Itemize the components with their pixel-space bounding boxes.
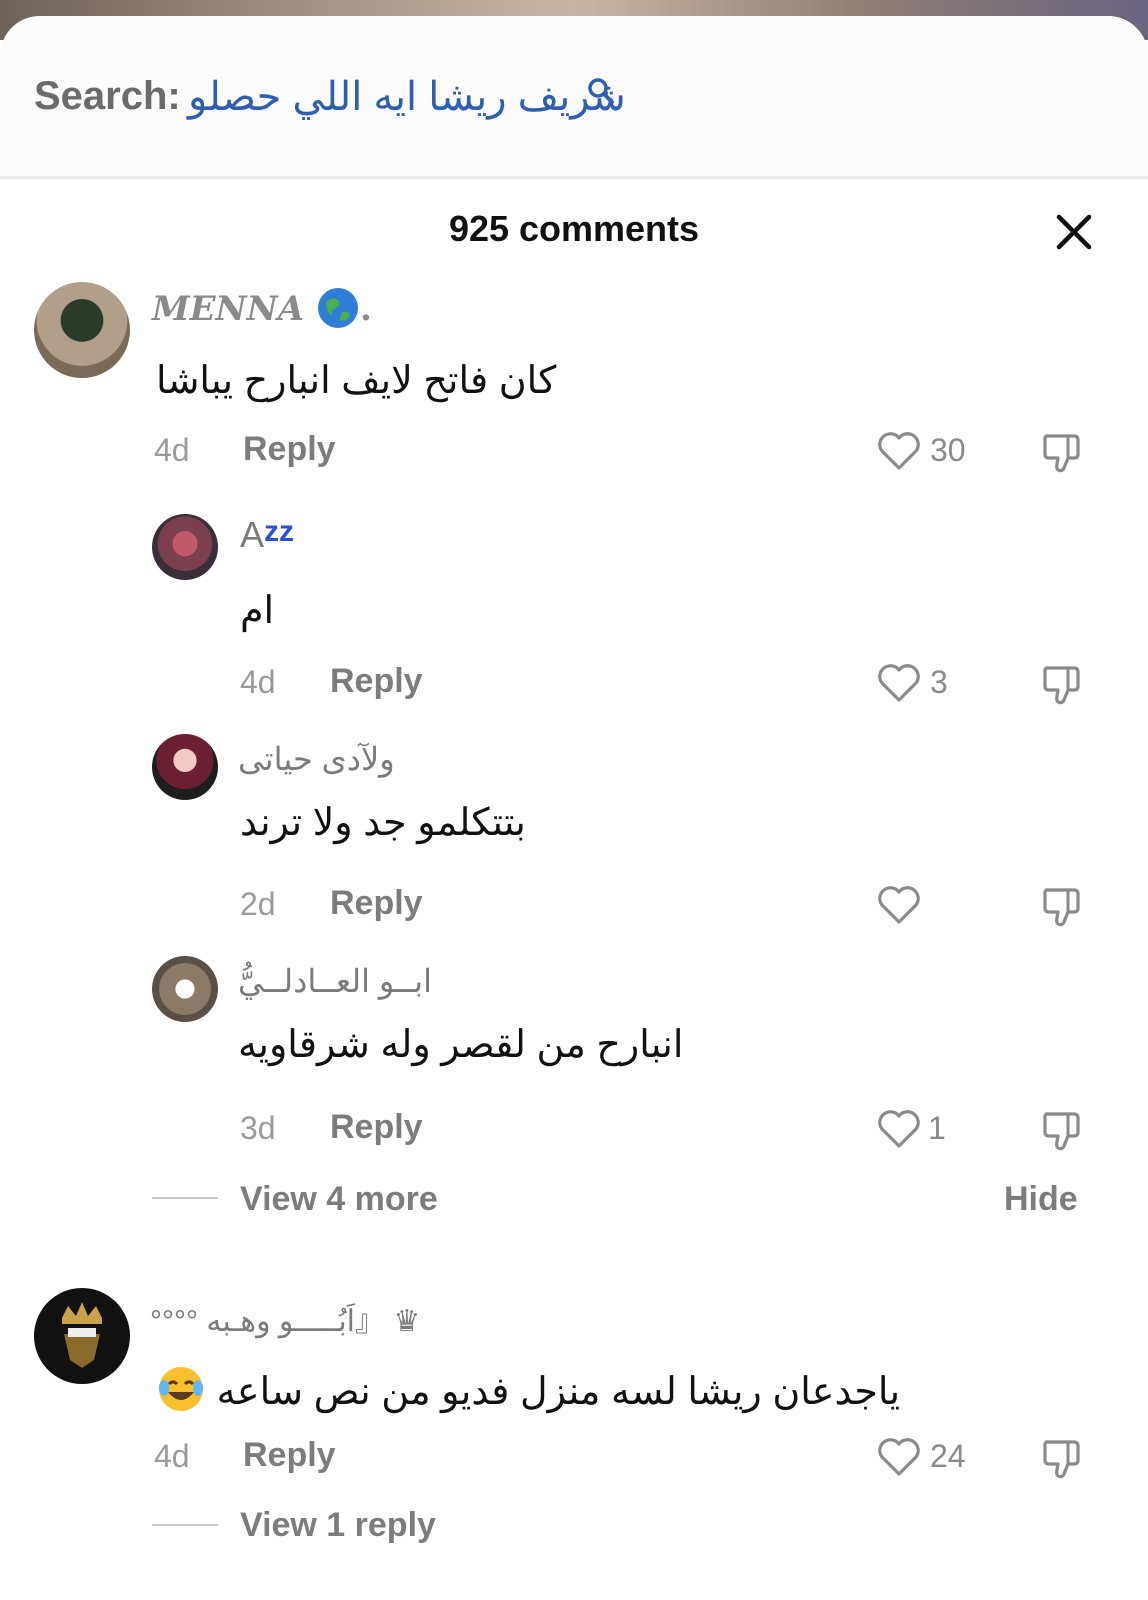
dislike-icon[interactable]: [1040, 1436, 1084, 1480]
comment-username[interactable]: ابــو العــادلــيُّ: [238, 962, 432, 1000]
thread-line: [152, 1524, 218, 1526]
comment-time: 2d: [240, 886, 276, 922]
avatar[interactable]: [152, 514, 218, 580]
search-label: Search:: [34, 74, 181, 118]
reply-button[interactable]: Reply: [330, 662, 423, 701]
dislike-icon[interactable]: [1040, 662, 1084, 706]
heart-icon[interactable]: [876, 1106, 922, 1152]
view-replies-button[interactable]: View 1 reply: [240, 1506, 436, 1545]
comments-sheet: Search: شريف ريشا ايه اللي حصلو 925 comm…: [0, 16, 1148, 1600]
view-more-replies-button[interactable]: View 4 more: [240, 1180, 438, 1219]
comment-username[interactable]: ولآدى حياتى: [238, 740, 395, 778]
globe-icon: [317, 288, 358, 328]
king-crown-icon: [62, 1302, 102, 1368]
thread-line: [152, 1197, 218, 1199]
like-count: 3: [930, 664, 948, 700]
dislike-icon[interactable]: [1040, 884, 1084, 928]
close-icon[interactable]: [1054, 212, 1094, 252]
comment-username[interactable]: Azz: [240, 514, 294, 556]
laughing-tears-emoji-icon: [159, 1367, 203, 1411]
comment-text: ياجدعان ريشا لسه منزل فديو من نص ساعه: [156, 1364, 900, 1414]
heart-icon[interactable]: [876, 660, 922, 706]
like-count: 24: [930, 1438, 966, 1474]
like-count: 1: [928, 1110, 946, 1146]
search-bar[interactable]: Search: شريف ريشا ايه اللي حصلو: [0, 16, 1148, 179]
comment-text: انبارح من لقصر وله شرقاويه: [238, 1024, 684, 1066]
comment-time: 4d: [154, 1438, 190, 1474]
reply-button[interactable]: Reply: [330, 884, 423, 923]
heart-icon[interactable]: [876, 1434, 922, 1480]
avatar[interactable]: [152, 734, 218, 800]
like-count: 30: [930, 432, 966, 468]
dislike-icon[interactable]: [1040, 430, 1084, 474]
comments-count-title: 925 comments: [448, 208, 700, 249]
reply-button[interactable]: Reply: [243, 430, 336, 469]
reply-button[interactable]: Reply: [243, 1436, 336, 1475]
comment-text: ام: [240, 590, 275, 632]
search-icon[interactable]: [586, 76, 616, 106]
dislike-icon[interactable]: [1040, 1108, 1084, 1152]
comment-text: كان فاتح لايف انبارح يباشا: [156, 360, 557, 402]
heart-icon[interactable]: [876, 428, 922, 474]
comment-time: 4d: [154, 432, 190, 468]
avatar[interactable]: [34, 282, 130, 378]
hide-replies-button[interactable]: Hide: [1004, 1180, 1078, 1219]
comment-text: بتتكلمو جد ولا ترند: [240, 802, 526, 844]
comment-time: 3d: [240, 1110, 276, 1146]
reply-button[interactable]: Reply: [330, 1108, 423, 1147]
comment-time: 4d: [240, 664, 276, 700]
avatar[interactable]: [152, 956, 218, 1022]
heart-icon[interactable]: [876, 882, 922, 928]
comment-username[interactable]: ♛ 『اَبُـــــو وهـبه °°°°: [150, 1296, 420, 1340]
comment-username[interactable]: MENNA .: [152, 286, 372, 330]
avatar[interactable]: [34, 1288, 130, 1384]
search-query[interactable]: شريف ريشا ايه اللي حصلو: [188, 74, 626, 120]
